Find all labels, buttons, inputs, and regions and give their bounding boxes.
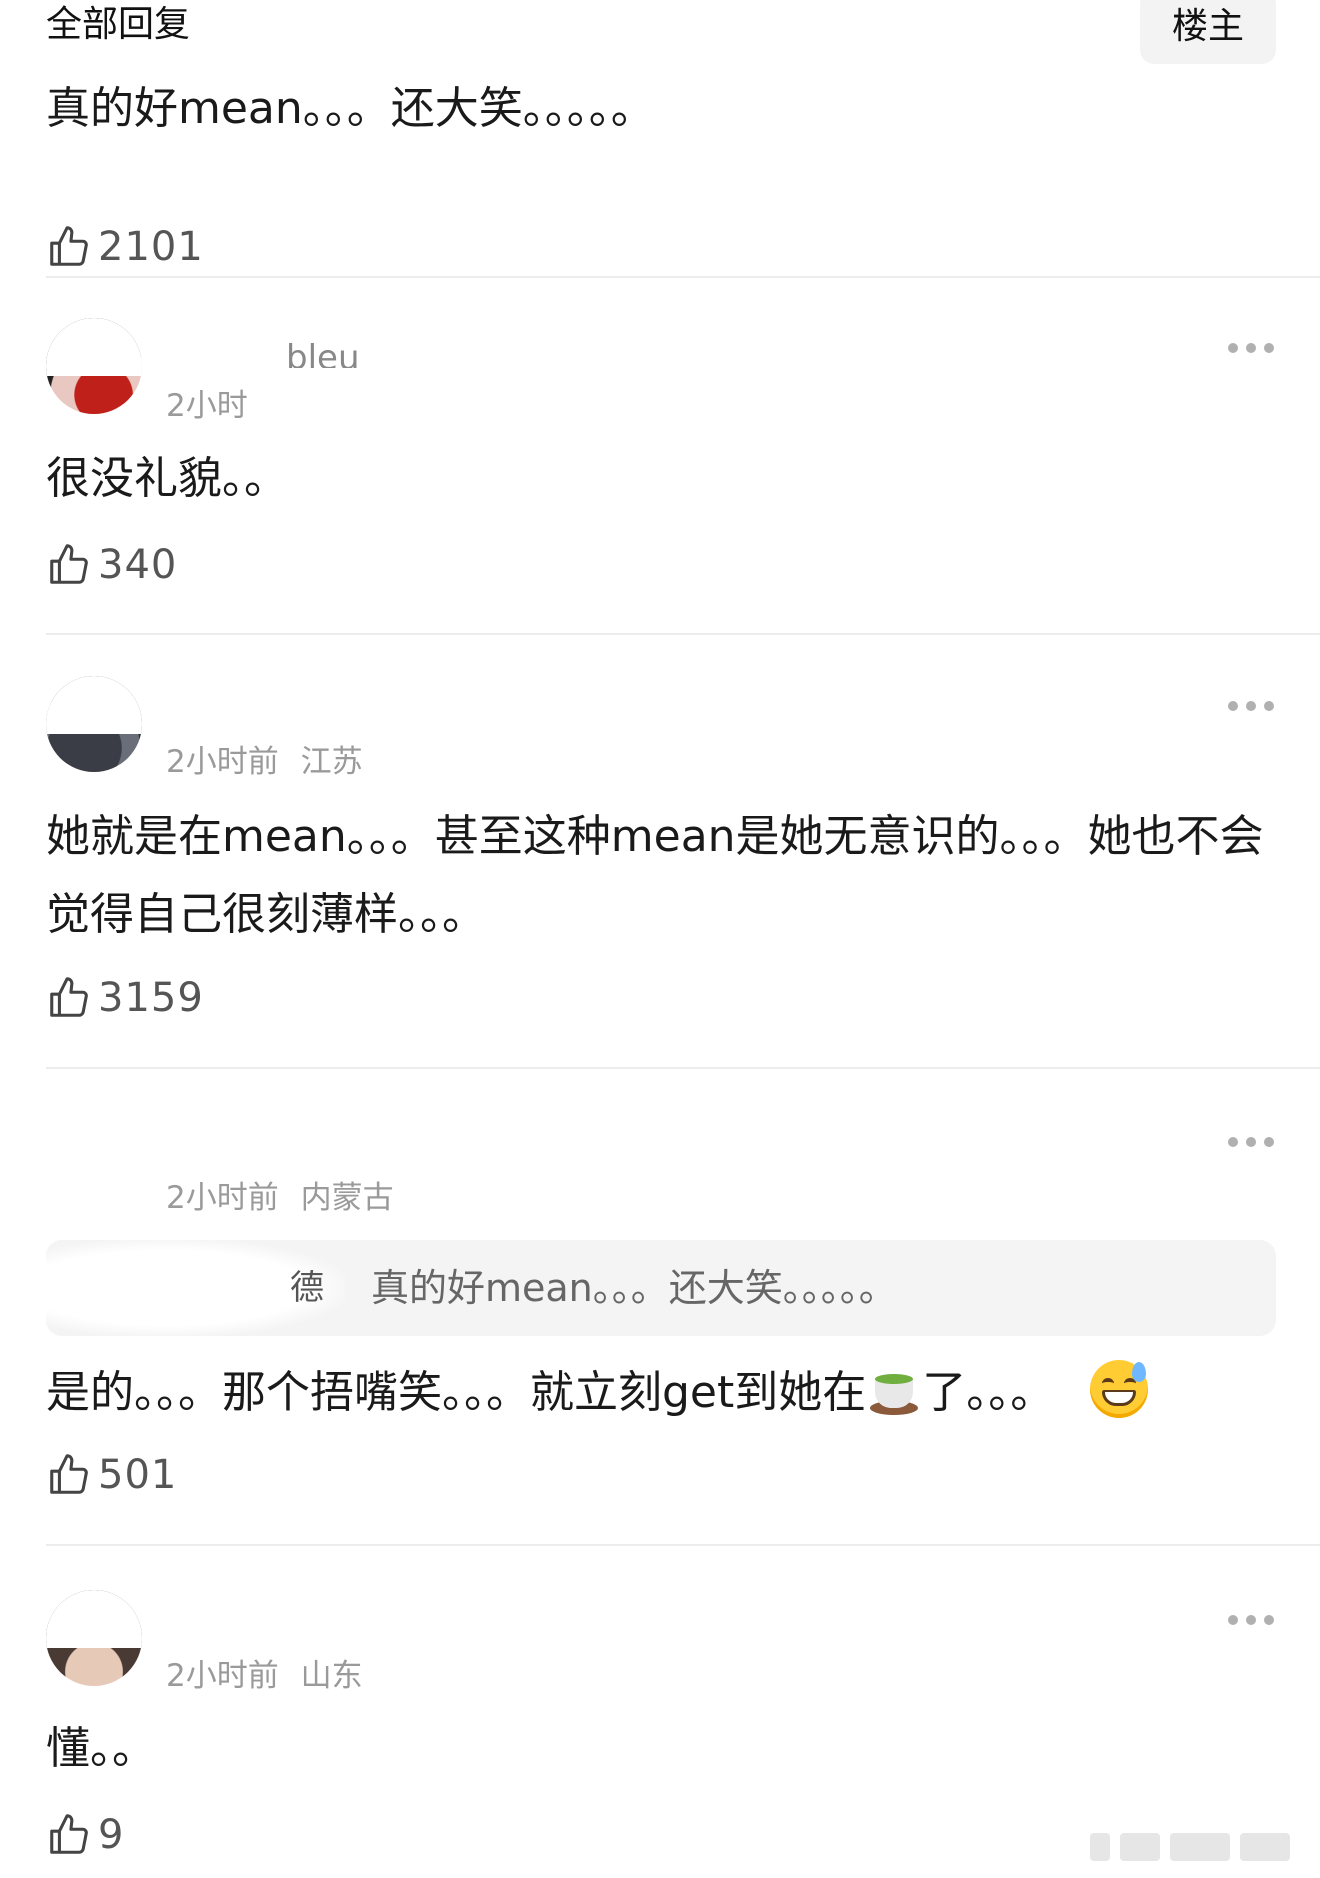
like-count: 3159: [98, 975, 204, 1021]
comment-location: 江苏: [300, 744, 363, 780]
comment-text-start: 是的。。。那个捂嘴笑。。。就立刻get到她在: [46, 1367, 867, 1418]
comment-item: 2小时前 江苏 她就是在mean。。。甚至这种mean是她无意识的。。。她也不会…: [46, 676, 1320, 1056]
comment-time: 2小时前: [166, 1658, 279, 1694]
comment-meta: 2小时前 山东: [166, 1650, 363, 1695]
quoted-reply[interactable]: 德 真的好mean。。。还大笑。。。。。: [46, 1240, 1276, 1336]
comment-divider: [46, 1544, 1320, 1546]
more-icon: [1228, 701, 1238, 711]
like-count: 2101: [98, 224, 204, 270]
like-count: 340: [98, 542, 178, 588]
more-options-button[interactable]: [1228, 700, 1274, 712]
thumbs-up-icon: [50, 544, 88, 584]
comment-text: 很没礼貌。。: [46, 453, 288, 504]
op-filter-button[interactable]: 楼主: [1140, 0, 1276, 64]
more-options-button[interactable]: [1228, 1614, 1274, 1626]
comment-item: 2小时前 山东 懂。。 9: [46, 1590, 1320, 1870]
avatar[interactable]: [46, 1112, 142, 1208]
comment-divider: [46, 633, 1320, 635]
reply-header: 全部回复 楼主: [46, 0, 1276, 64]
more-icon: [1228, 1137, 1238, 1147]
comment-item: 真的好mean。。。还大笑。。。。。 2101: [46, 70, 1320, 270]
comment-text: 懂。。: [46, 1723, 156, 1774]
like-button[interactable]: 340: [46, 540, 177, 590]
comment-text: 是的。。。那个捂嘴笑。。。就立刻get到她在 了。。。: [46, 1354, 1246, 1432]
like-count: 501: [98, 1452, 178, 1498]
comment-divider: [46, 276, 1320, 278]
quoted-text: 真的好mean。。。还大笑。。。。。: [371, 1266, 897, 1310]
username[interactable]: bleu: [286, 338, 360, 368]
thumbs-up-icon: [50, 1814, 88, 1854]
thumbs-up-icon: [50, 226, 88, 266]
avatar[interactable]: [46, 318, 142, 414]
teacup-emoji-icon: [868, 1365, 920, 1417]
comment-meta: 2小时前 内蒙古: [166, 1172, 394, 1217]
comment-item: bleu 2小时 很没礼貌。。 340: [46, 318, 1320, 588]
more-icon: [1228, 1615, 1238, 1625]
comment-text-end: 了。。。: [922, 1367, 1055, 1418]
thumbs-up-icon: [50, 977, 88, 1017]
comment-item: 2小时前 内蒙古 德 真的好mean。。。还大笑。。。。。 是的。。。那个捂嘴笑…: [46, 1112, 1320, 1532]
like-button[interactable]: 9: [46, 1810, 124, 1860]
more-options-button[interactable]: [1228, 1136, 1274, 1148]
comment-time: 2小时前: [166, 744, 279, 780]
thumbs-up-icon: [50, 1454, 88, 1494]
watermark-logo: [1090, 1832, 1300, 1862]
all-replies-title: 全部回复: [46, 4, 191, 45]
comment-meta: 2小时: [166, 380, 248, 425]
avatar[interactable]: [46, 1590, 142, 1686]
comment-location: 内蒙古: [300, 1180, 394, 1216]
comment-meta: 2小时前 江苏: [166, 736, 363, 781]
comment-time: 2小时前: [166, 1180, 279, 1216]
like-button[interactable]: 3159: [46, 973, 204, 1023]
comment-text: 真的好mean。。。还大笑。。。。。: [46, 83, 655, 134]
like-button[interactable]: 2101: [46, 222, 204, 272]
like-button[interactable]: 501: [46, 1450, 177, 1500]
quoted-author[interactable]: 德: [46, 1240, 346, 1336]
comment-time: 2小时: [166, 388, 248, 424]
more-options-button[interactable]: [1228, 342, 1274, 354]
more-icon: [1228, 343, 1238, 353]
comment-divider: [46, 1067, 1320, 1069]
comment-location: 山东: [300, 1658, 363, 1694]
sweat-smile-emoji-icon: [1090, 1360, 1149, 1418]
avatar[interactable]: [46, 676, 142, 772]
comment-text: 她就是在mean。。。甚至这种mean是她无意识的。。。她也不会觉得自己很刻薄样…: [46, 811, 1264, 940]
like-count: 9: [98, 1812, 125, 1858]
